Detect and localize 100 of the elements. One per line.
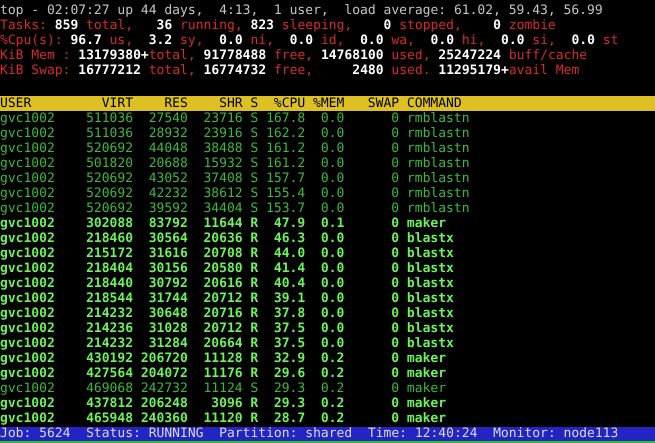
table-cell-text: 11644: [202, 216, 243, 231]
table-cell-text: 240360: [140, 411, 188, 426]
table-cell-text: blastx: [406, 276, 455, 291]
table-cell-text: 0: [390, 141, 400, 156]
column-header: RES: [163, 96, 188, 111]
table-cell-text: 0: [390, 231, 400, 246]
table-cell-text: 161.2: [265, 156, 306, 171]
summary-value: 823: [249, 18, 274, 33]
table-cell-text: gvc1002: [0, 141, 56, 156]
table-cell-text: 0: [390, 306, 400, 321]
table-cell-text: rmblastn: [406, 111, 471, 126]
table-cell-text: 29.3: [272, 396, 306, 411]
summary-label: free,: [272, 63, 314, 78]
table-cell-text: 0.0: [320, 231, 344, 246]
summary-label: id,: [320, 33, 346, 48]
summary-value: 0.0: [430, 33, 454, 48]
table-cell-text: gvc1002: [0, 186, 56, 201]
table-cell-text: gvc1002: [0, 156, 56, 171]
table-cell-text: 437812: [85, 396, 134, 411]
table-cell-text: R: [249, 396, 258, 411]
table-cell-text: 218404: [85, 261, 134, 276]
table-cell-text: blastx: [406, 306, 455, 321]
table-cell-text: 0: [390, 216, 400, 231]
table-cell-text: 155.4: [265, 186, 306, 201]
table-cell-text: 39592: [148, 201, 188, 216]
table-cell-text: 0.2: [320, 411, 344, 426]
summary-value: 0.0: [359, 33, 384, 48]
summary-value: 0.0: [218, 33, 243, 48]
table-cell-text: 0.0: [320, 201, 344, 216]
table-cell-text: blastx: [406, 231, 455, 246]
table-cell-text: gvc1002: [0, 261, 56, 276]
table-cell-text: gvc1002: [0, 171, 56, 186]
summary-value: 16774732: [202, 63, 266, 78]
table-cell-text: 0: [390, 186, 400, 201]
uptime-line: top - 02:07:27 up 44 days, 4:13, 1 user, load average: 61.02, 59.43, 56.99: [0, 3, 603, 18]
summary-label: %Cpu(s):: [0, 33, 63, 48]
table-cell-text: 0.0: [320, 156, 344, 171]
table-cell-text: 0: [390, 246, 400, 261]
table-cell-text: 0: [390, 321, 400, 336]
table-cell-text: 27540: [148, 111, 188, 126]
table-cell-text: R: [249, 246, 258, 261]
column-header: S: [249, 96, 258, 111]
table-cell-text: 153.7: [265, 201, 306, 216]
table-cell-text: 218460: [85, 231, 134, 246]
table-cell-text: gvc1002: [0, 246, 56, 261]
table-cell-text: gvc1002: [0, 231, 56, 246]
table-cell-text: 0: [390, 381, 400, 396]
table-cell-text: blastx: [406, 261, 455, 276]
table-cell-text: blastx: [406, 321, 455, 336]
table-cell-text: 0: [390, 126, 400, 141]
summary-value: 16777212: [77, 63, 141, 78]
table-cell-text: 0.2: [320, 381, 344, 396]
table-cell-text: 161.2: [265, 141, 306, 156]
table-cell-text: gvc1002: [0, 276, 56, 291]
summary-value: 2480: [351, 63, 384, 78]
table-cell-text: 0: [390, 366, 400, 381]
table-cell-text: 218440: [85, 276, 134, 291]
summary-label: running,: [179, 18, 243, 33]
summary-label: ni,: [249, 33, 275, 48]
table-cell-text: gvc1002: [0, 306, 56, 321]
column-header: COMMAND: [406, 96, 463, 111]
table-cell-text: 34404: [202, 201, 243, 216]
table-cell-text: S: [249, 186, 258, 201]
table-cell-text: S: [249, 156, 258, 171]
table-cell-text: 30156: [148, 261, 188, 276]
table-cell-text: 0: [390, 411, 400, 426]
table-cell-text: gvc1002: [0, 366, 56, 381]
table-cell-text: 520692: [85, 171, 134, 186]
table-cell-text: 214236: [85, 321, 134, 336]
table-cell-text: 0.0: [320, 186, 344, 201]
table-cell-text: 215172: [85, 246, 134, 261]
table-cell-text: 29.3: [272, 381, 306, 396]
table-cell-text: 206248: [140, 396, 188, 411]
table-cell-text: R: [249, 336, 258, 351]
table-cell-text: 32.9: [272, 351, 306, 366]
summary-label: used,: [390, 48, 431, 63]
table-cell-text: gvc1002: [0, 126, 56, 141]
table-cell-text: 0.0: [320, 321, 344, 336]
table-cell-text: 430192: [85, 351, 134, 366]
table-cell-text: maker: [406, 366, 448, 381]
table-cell-text: 40.4: [272, 276, 306, 291]
table-cell-text: S: [249, 171, 258, 186]
table-cell-text: 38488: [202, 141, 243, 156]
table-cell-text: 0.0: [320, 126, 344, 141]
table-cell-text: 0.0: [320, 141, 344, 156]
summary-label: wa,: [390, 33, 416, 48]
table-cell-text: 15932: [202, 156, 243, 171]
table-cell-text: maker: [406, 351, 448, 366]
table-cell-text: 465948: [85, 411, 134, 426]
table-cell-text: 0.0: [320, 111, 344, 126]
table-cell-text: R: [249, 321, 258, 336]
table-cell-text: 0.0: [320, 171, 344, 186]
table-cell-text: 28.7: [272, 411, 306, 426]
table-cell-text: 501820: [85, 156, 134, 171]
summary-value: 859: [54, 18, 78, 33]
table-cell-text: 37.5: [272, 336, 306, 351]
table-cell-text: 0.0: [320, 246, 344, 261]
summary-value: 0: [383, 18, 392, 33]
summary-value: 0: [492, 18, 501, 33]
table-cell-text: 31028: [148, 321, 188, 336]
